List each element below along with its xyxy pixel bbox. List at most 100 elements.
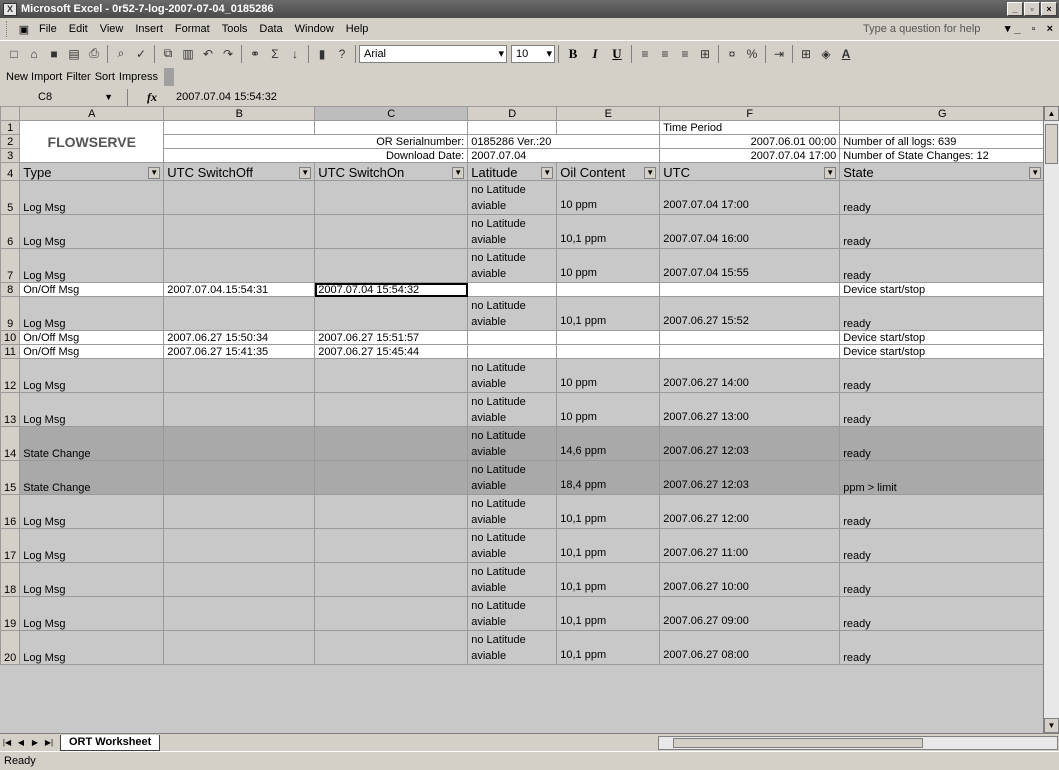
column-header-c[interactable]: C bbox=[314, 106, 469, 121]
utc-cell[interactable] bbox=[659, 330, 841, 345]
type-cell[interactable]: Log Msg bbox=[19, 392, 165, 427]
impress-button[interactable]: Impress bbox=[117, 71, 160, 83]
header-utc-switchon[interactable]: UTC SwitchOn ▼ bbox=[314, 162, 469, 181]
oil-content-cell[interactable]: 10 ppm bbox=[556, 392, 661, 427]
undo-icon[interactable]: ↶ bbox=[198, 44, 218, 64]
row-header[interactable]: 1 bbox=[0, 120, 21, 135]
latitude-cell[interactable] bbox=[467, 330, 558, 345]
period-end[interactable]: 2007.07.04 17:00 bbox=[659, 148, 841, 163]
indent-icon[interactable]: ⇥ bbox=[769, 44, 789, 64]
filter-button[interactable]: Filter bbox=[64, 71, 92, 83]
cell-c1[interactable] bbox=[314, 120, 469, 135]
state-cell[interactable]: ready bbox=[839, 426, 1046, 461]
utc-switchoff-cell[interactable] bbox=[163, 426, 316, 461]
type-cell[interactable]: On/Off Msg bbox=[19, 330, 165, 345]
utc-cell[interactable]: 2007.06.27 13:00 bbox=[659, 392, 841, 427]
column-header-a[interactable]: A bbox=[19, 106, 165, 121]
print-preview-icon[interactable]: ⌕ bbox=[111, 44, 131, 64]
state-cell[interactable]: ready bbox=[839, 596, 1046, 631]
row-header[interactable]: 20 bbox=[0, 630, 21, 665]
state-cell[interactable]: ready bbox=[839, 358, 1046, 393]
filter-dropdown-icon[interactable]: ▼ bbox=[824, 167, 837, 179]
utc-switchon-cell[interactable] bbox=[314, 214, 469, 249]
oil-content-cell[interactable]: 10 ppm bbox=[556, 248, 661, 283]
bold-button[interactable]: B bbox=[562, 44, 584, 64]
row-header[interactable]: 2 bbox=[0, 134, 21, 149]
oil-content-cell[interactable]: 10 ppm bbox=[556, 358, 661, 393]
first-sheet-icon[interactable]: |◀ bbox=[0, 738, 14, 747]
latitude-cell[interactable]: no Latitude aviable bbox=[467, 392, 558, 427]
state-cell[interactable]: ready bbox=[839, 494, 1046, 529]
toolbar-options-button[interactable] bbox=[164, 68, 175, 86]
utc-switchoff-cell[interactable] bbox=[163, 358, 316, 393]
header-utc-switchoff[interactable]: UTC SwitchOff ▼ bbox=[163, 162, 316, 181]
underline-button[interactable]: U bbox=[606, 44, 628, 64]
chart-icon[interactable]: ▮ bbox=[312, 44, 332, 64]
utc-switchoff-cell[interactable] bbox=[163, 180, 316, 215]
download-date-value[interactable]: 2007.07.04 bbox=[467, 148, 661, 163]
utc-switchon-cell[interactable] bbox=[314, 562, 469, 597]
period-start[interactable]: 2007.06.01 00:00 bbox=[659, 134, 841, 149]
utc-cell[interactable]: 2007.07.04 17:00 bbox=[659, 180, 841, 215]
latitude-cell[interactable]: no Latitude aviable bbox=[467, 630, 558, 665]
menu-edit[interactable]: Edit bbox=[63, 20, 94, 38]
latitude-cell[interactable]: no Latitude aviable bbox=[467, 358, 558, 393]
utc-cell[interactable]: 2007.06.27 10:00 bbox=[659, 562, 841, 597]
state-cell[interactable]: ready bbox=[839, 630, 1046, 665]
menu-data[interactable]: Data bbox=[253, 20, 288, 38]
close-button[interactable]: × bbox=[1041, 2, 1057, 16]
menu-tools[interactable]: Tools bbox=[216, 20, 254, 38]
oil-content-cell[interactable]: 18,4 ppm bbox=[556, 460, 661, 495]
header-oil-content[interactable]: Oil Content ▼ bbox=[556, 162, 661, 181]
select-all-corner[interactable] bbox=[0, 106, 21, 121]
oil-content-cell[interactable]: 14,6 ppm bbox=[556, 426, 661, 461]
menubar-grip[interactable] bbox=[6, 21, 9, 37]
type-cell[interactable]: Log Msg bbox=[19, 528, 165, 563]
column-header-e[interactable]: E bbox=[556, 106, 661, 121]
filter-dropdown-icon[interactable]: ▼ bbox=[299, 167, 312, 179]
utc-switchoff-cell[interactable]: 2007.06.27 15:41:35 bbox=[163, 344, 316, 359]
excel-app-icon[interactable]: X bbox=[3, 2, 17, 16]
utc-switchoff-cell[interactable] bbox=[163, 528, 316, 563]
row-header[interactable]: 7 bbox=[0, 248, 21, 283]
prev-sheet-icon[interactable]: ◀ bbox=[14, 738, 28, 747]
row-header[interactable]: 17 bbox=[0, 528, 21, 563]
type-cell[interactable]: Log Msg bbox=[19, 358, 165, 393]
align-right-icon[interactable]: ≡ bbox=[675, 44, 695, 64]
serial-number-value[interactable]: 0185286 Ver.:20 bbox=[467, 134, 661, 149]
state-cell[interactable]: ready bbox=[839, 562, 1046, 597]
oil-content-cell[interactable]: 10,1 ppm bbox=[556, 562, 661, 597]
state-cell[interactable]: Device start/stop bbox=[839, 344, 1046, 359]
utc-switchon-cell[interactable] bbox=[314, 180, 469, 215]
cell-d1[interactable] bbox=[467, 120, 558, 135]
type-cell[interactable]: Log Msg bbox=[19, 248, 165, 283]
currency-icon[interactable]: ¤ bbox=[722, 44, 742, 64]
percent-icon[interactable]: % bbox=[742, 44, 762, 64]
filter-dropdown-icon[interactable]: ▼ bbox=[541, 167, 554, 179]
column-header-d[interactable]: D bbox=[467, 106, 558, 121]
font-size-select[interactable]: 10 ▾ bbox=[511, 44, 555, 63]
oil-content-cell[interactable] bbox=[556, 330, 661, 345]
vertical-scrollbar[interactable]: ▲ ▼ bbox=[1043, 106, 1059, 733]
utc-cell[interactable]: 2007.07.04 16:00 bbox=[659, 214, 841, 249]
latitude-cell[interactable]: no Latitude aviable bbox=[467, 528, 558, 563]
row-header[interactable]: 9 bbox=[0, 296, 21, 331]
latitude-cell[interactable]: no Latitude aviable bbox=[467, 248, 558, 283]
scroll-up-icon[interactable]: ▲ bbox=[1044, 106, 1059, 121]
state-cell[interactable]: ready bbox=[839, 180, 1046, 215]
utc-cell[interactable] bbox=[659, 344, 841, 359]
save-icon[interactable]: ■ bbox=[44, 44, 64, 64]
type-cell[interactable]: Log Msg bbox=[19, 562, 165, 597]
row-header[interactable]: 13 bbox=[0, 392, 21, 427]
oil-content-cell[interactable] bbox=[556, 282, 661, 297]
sort-ascending-icon[interactable]: ↓ bbox=[285, 44, 305, 64]
latitude-cell[interactable]: no Latitude aviable bbox=[467, 460, 558, 495]
utc-cell[interactable]: 2007.06.27 12:03 bbox=[659, 426, 841, 461]
help-search-input[interactable]: Type a question for help bbox=[859, 21, 1029, 37]
workbook-controls[interactable]: ▾_ ▫ × bbox=[1005, 22, 1057, 35]
utc-switchoff-cell[interactable] bbox=[163, 494, 316, 529]
logs-count[interactable]: Number of all logs: 639 bbox=[839, 134, 1046, 149]
restore-button[interactable]: ▫ bbox=[1024, 2, 1040, 16]
row-header[interactable]: 19 bbox=[0, 596, 21, 631]
hscroll-thumb[interactable] bbox=[673, 738, 923, 748]
